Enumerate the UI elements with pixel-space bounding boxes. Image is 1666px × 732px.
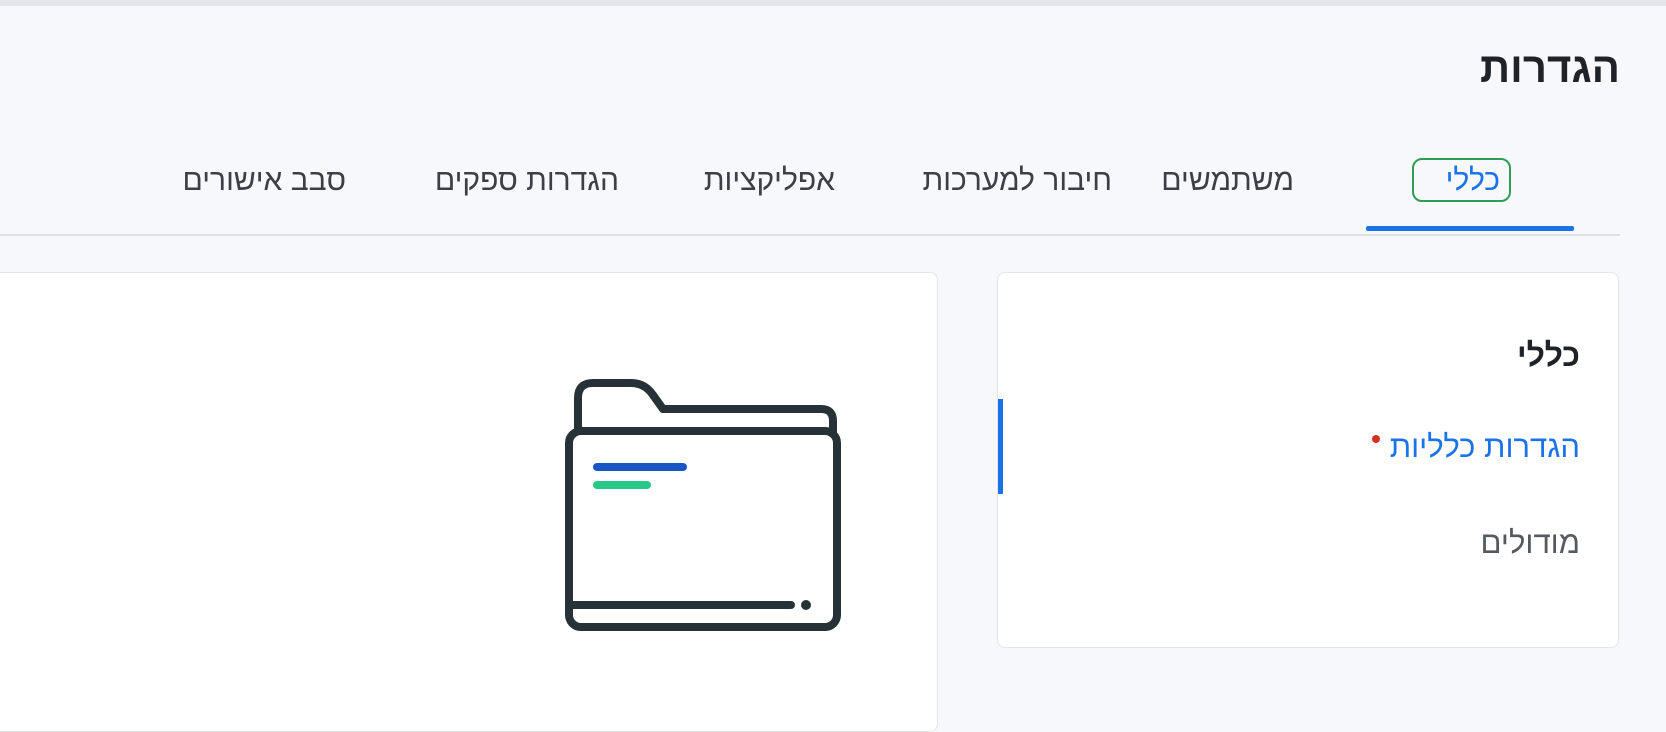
settings-sidebar: כללי הגדרות כלליות מודולים [997,272,1619,648]
tab-general[interactable]: כללי [1446,164,1500,198]
folder-icon [563,373,863,648]
tab-approval-round[interactable]: סבב אישורים [183,164,347,198]
sidebar-heading: כללי [1517,337,1580,373]
sidebar-item-general-settings[interactable]: הגדרות כלליות [1371,429,1580,465]
tabs-bar: כללי משתמשים חיבור למערכות אפליקציות הגד… [0,150,1620,236]
tab-vendor-settings[interactable]: הגדרות ספקים [435,164,619,198]
sidebar-item-label: מודולים [1480,525,1580,560]
tab-applications[interactable]: אפליקציות [704,164,835,198]
tab-users[interactable]: משתמשים [1161,164,1294,198]
tab-active-underline [1366,226,1574,231]
sidebar-item-modules[interactable]: מודולים [1481,525,1580,561]
page-title: הגדרות [1480,44,1620,91]
sidebar-item-label: הגדרות כלליות [1389,429,1580,464]
tab-system-connections[interactable]: חיבור למערכות [922,164,1112,198]
sidebar-active-indicator [998,399,1003,494]
unsaved-dot-icon [1371,435,1380,443]
top-border [0,0,1666,6]
main-content-card [0,272,938,732]
